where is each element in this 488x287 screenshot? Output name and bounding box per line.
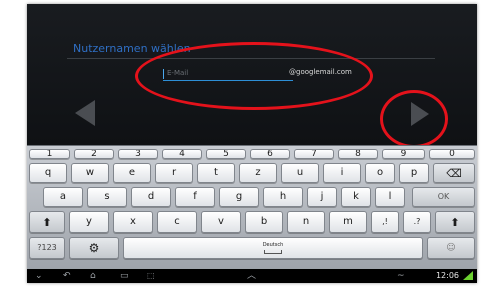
key-5[interactable]: 5 [206,149,246,159]
home-icon[interactable]: ⌂ [90,271,96,281]
emoji-key[interactable]: ☺ [427,237,475,259]
key-6[interactable]: 6 [250,149,290,159]
key-s[interactable]: s [87,187,127,207]
key-h[interactable]: h [263,187,303,207]
key-4[interactable]: 4 [162,149,202,159]
key-v[interactable]: v [201,211,241,233]
key-7[interactable]: 7 [294,149,334,159]
space-bar[interactable]: Deutsch [123,237,423,259]
annotation-circle [380,90,448,148]
screenshot-icon[interactable]: ⬚ [147,271,155,281]
key-q[interactable]: q [29,163,67,183]
back-arrow-icon[interactable] [75,100,95,126]
back-icon[interactable]: ↶ [63,271,71,281]
key-9[interactable]: 9 [382,149,425,159]
key-j[interactable]: j [307,187,337,207]
space-bar-language: Deutsch [262,241,284,248]
system-navigation-bar: ⌄ ↶ ⌂ ▭ ⬚ ︿ ~ 12:06 [27,269,477,283]
backspace-icon: ⌫ [446,166,462,180]
key-p[interactable]: p [399,163,429,183]
key-1[interactable]: 1 [29,149,70,159]
key-g[interactable]: g [219,187,259,207]
key-o[interactable]: o [365,163,395,183]
ok-key[interactable]: OK [412,187,475,207]
key-comma[interactable]: ,! [371,211,399,233]
key-m[interactable]: m [329,211,367,233]
clock: 12:06 [435,271,459,280]
key-8[interactable]: 8 [338,149,378,159]
symbols-key[interactable]: ?123 [29,237,65,259]
annotation-ellipse [135,42,373,110]
key-period[interactable]: .? [403,211,431,233]
key-c[interactable]: c [157,211,197,233]
key-0[interactable]: 0 [429,149,475,159]
key-3[interactable]: 3 [118,149,158,159]
key-n[interactable]: n [287,211,325,233]
setup-screen: Nutzernamen wählen E-Mail @googlemail.co… [27,4,477,148]
key-2[interactable]: 2 [74,149,114,159]
key-u[interactable]: u [281,163,319,183]
shift-icon: ⬆ [42,215,52,229]
key-d[interactable]: d [131,187,171,207]
key-w[interactable]: w [71,163,109,183]
shift-icon: ⬆ [450,215,460,229]
key-e[interactable]: e [113,163,151,183]
key-f[interactable]: f [175,187,215,207]
key-y[interactable]: y [69,211,109,233]
key-k[interactable]: k [341,187,371,207]
key-b[interactable]: b [245,211,283,233]
gear-icon: ⚙ [88,241,100,255]
key-z[interactable]: z [239,163,277,183]
recent-apps-icon[interactable]: ▭ [120,271,129,281]
chevron-up-icon[interactable]: ︿ [247,271,256,281]
key-x[interactable]: x [113,211,153,233]
separator-icon: ~ [397,271,405,281]
space-icon [264,249,282,254]
key-a[interactable]: a [43,187,83,207]
smiley-icon: ☺ [446,242,456,253]
key-l[interactable]: l [375,187,405,207]
shift-key-right[interactable]: ⬆ [435,211,475,233]
key-i[interactable]: i [323,163,361,183]
shift-key-left[interactable]: ⬆ [29,211,65,233]
backspace-key[interactable]: ⌫ [433,163,475,183]
key-r[interactable]: r [155,163,193,183]
key-t[interactable]: t [197,163,235,183]
settings-key[interactable]: ⚙ [69,237,119,259]
signal-icon [463,271,473,280]
onscreen-keyboard: 1 2 3 4 5 6 7 8 9 0 q w e r t z u i o p … [27,145,477,270]
chevron-down-icon[interactable]: ⌄ [35,271,43,281]
tablet-screen: Nutzernamen wählen E-Mail @googlemail.co… [27,4,477,283]
